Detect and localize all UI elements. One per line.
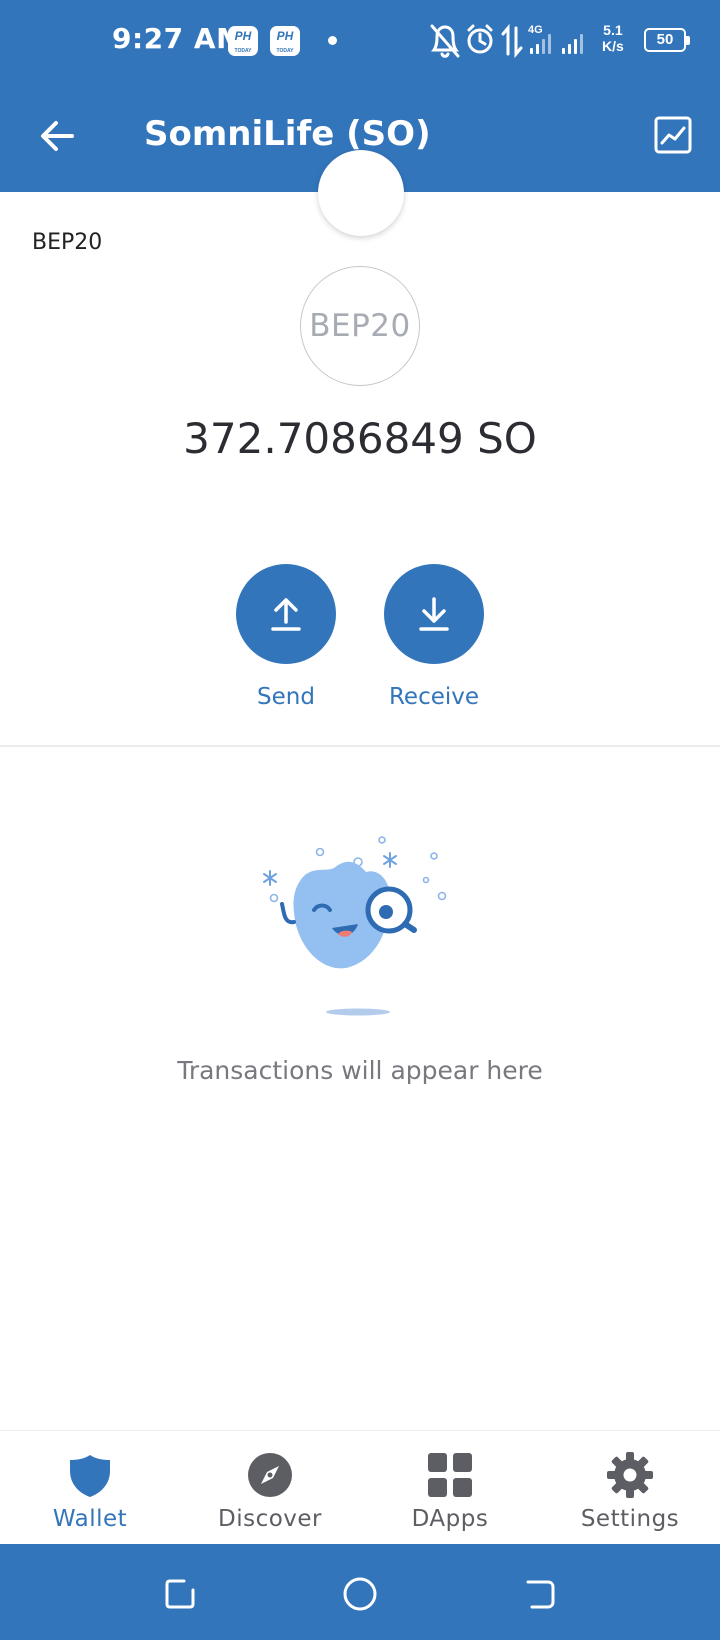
arrow-left-icon[interactable] xyxy=(36,114,80,158)
page-title: SomniLife (SO) xyxy=(144,114,431,154)
alarm-icon xyxy=(467,24,493,54)
receive-button[interactable]: Receive xyxy=(369,564,499,710)
nav-label: Settings xyxy=(580,1506,680,1532)
badge-subtext: TODAY xyxy=(234,48,252,54)
recent-apps-icon[interactable] xyxy=(160,1574,200,1614)
system-nav-bar xyxy=(0,1544,720,1640)
nav-label: Discover xyxy=(217,1506,323,1532)
status-bar: 9:27 AM PH TODAY PH TODAY 4G 5.1 K/s 50 xyxy=(0,0,720,80)
compass-icon xyxy=(248,1453,292,1497)
nav-label: DApps xyxy=(411,1506,489,1532)
mascot-magnifier-illustration xyxy=(263,836,447,1016)
send-button[interactable]: Send xyxy=(221,564,351,710)
nav-label: Wallet xyxy=(52,1506,128,1532)
data-transfer-icon xyxy=(501,23,523,59)
speed-unit: K/s xyxy=(602,38,624,54)
notification-dot-icon xyxy=(328,36,337,45)
section-divider xyxy=(0,745,720,747)
notifications-off-icon xyxy=(430,24,460,58)
grid-icon xyxy=(428,1453,472,1497)
send-circle[interactable] xyxy=(236,564,336,664)
refresh-indicator xyxy=(318,150,404,236)
nav-wallet[interactable]: Wallet xyxy=(0,1431,180,1545)
signal-4g-icon: 4G xyxy=(528,24,551,54)
back-nav-icon[interactable] xyxy=(520,1574,560,1614)
speed-value: 5.1 xyxy=(603,22,623,38)
ph-today-badge: PH TODAY xyxy=(228,26,258,56)
token-logo-text: BEP20 xyxy=(309,308,411,344)
ph-today-badge: PH TODAY xyxy=(270,26,300,56)
receive-circle[interactable] xyxy=(384,564,484,664)
network-type-text: 4G xyxy=(528,24,543,36)
token-balance: 372.7086849 SO xyxy=(183,414,537,463)
home-icon[interactable] xyxy=(340,1574,380,1614)
battery-icon: 50 xyxy=(644,28,690,52)
status-time: 9:27 AM xyxy=(112,22,245,55)
receive-label[interactable]: Receive xyxy=(369,684,499,710)
network-speed: 5.1 K/s xyxy=(602,22,624,54)
shield-icon xyxy=(70,1455,110,1497)
nav-discover[interactable]: Discover xyxy=(180,1431,360,1545)
nav-dapps[interactable]: DApps xyxy=(360,1431,540,1545)
download-arrow-icon xyxy=(419,597,449,631)
badge-text: PH xyxy=(234,29,252,43)
send-label[interactable]: Send xyxy=(221,684,351,710)
upload-arrow-icon xyxy=(271,598,301,631)
battery-level: 50 xyxy=(656,31,674,48)
chart-line-icon[interactable] xyxy=(654,116,692,154)
token-logo: BEP20 xyxy=(300,266,420,386)
bottom-nav: Wallet Discover DApps Settings xyxy=(0,1430,720,1544)
badge-text: PH xyxy=(276,29,294,43)
nav-settings[interactable]: Settings xyxy=(540,1431,720,1545)
network-label: BEP20 xyxy=(32,230,103,255)
empty-state-message: Transactions will appear here xyxy=(177,1056,543,1085)
badge-subtext: TODAY xyxy=(276,48,294,54)
signal-icon xyxy=(562,34,583,54)
gear-icon xyxy=(607,1452,653,1498)
